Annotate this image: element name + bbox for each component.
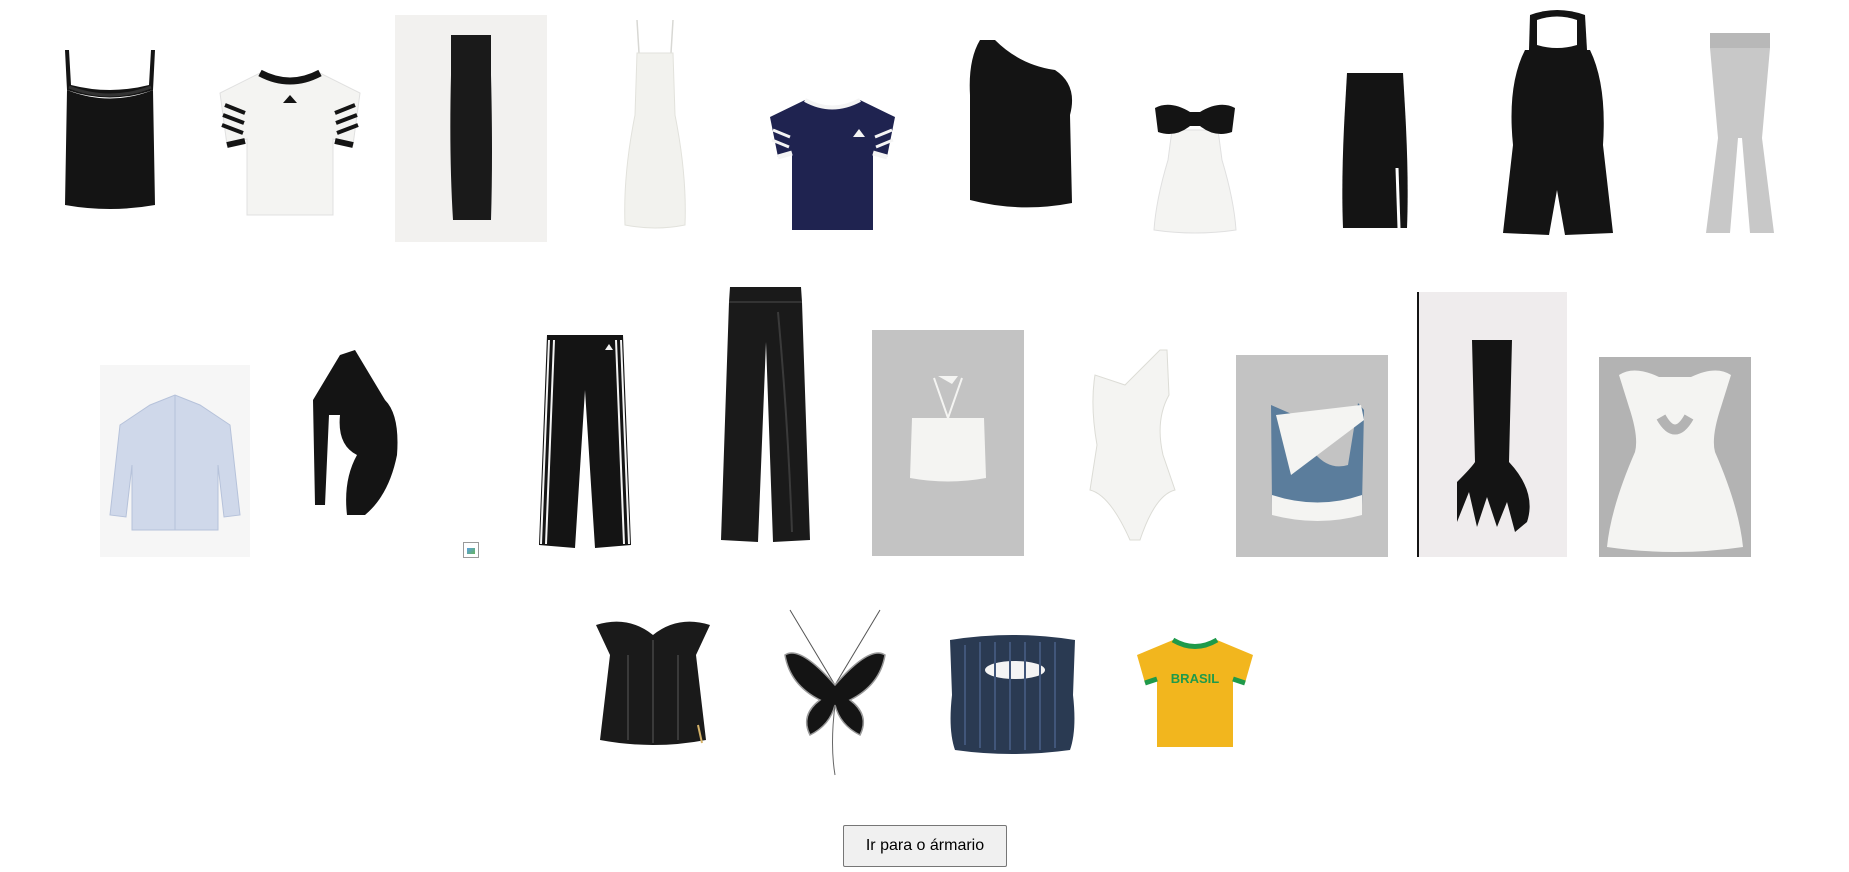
item-black-one-shoulder-top[interactable] (960, 35, 1080, 215)
item-white-slip-dress[interactable] (615, 15, 695, 230)
broken-image-icon (463, 542, 479, 558)
item-navy-adidas-tee[interactable] (765, 95, 900, 235)
item-white-bow-dress[interactable] (1150, 100, 1240, 235)
item-black-halter-romper[interactable] (1495, 5, 1620, 240)
item-grey-flared-pants[interactable] (1700, 28, 1780, 238)
item-navy-ribbed-tube-top[interactable] (945, 630, 1080, 760)
brasil-shirt-text: BRASIL (1171, 671, 1219, 686)
item-light-blue-shirt[interactable] (100, 365, 250, 557)
item-black-leather-pants[interactable] (718, 282, 813, 547)
item-blue-white-asymmetric-top[interactable] (1236, 355, 1388, 557)
item-black-lace-camisole[interactable] (55, 45, 165, 215)
item-black-ruffled-dress[interactable] (1417, 292, 1567, 557)
item-black-pencil-skirt[interactable] (1335, 68, 1415, 233)
item-white-puff-sleeve-dress[interactable] (1599, 357, 1751, 557)
item-white-one-shoulder-swimsuit[interactable] (1085, 345, 1180, 545)
item-white-adidas-tee[interactable] (215, 65, 365, 220)
item-black-cutout-bodysuit[interactable] (285, 305, 430, 560)
item-black-leather-corset[interactable] (588, 615, 718, 750)
item-black-adidas-track-pants[interactable] (535, 330, 635, 552)
item-yellow-brasil-tee[interactable]: BRASIL (1135, 635, 1255, 755)
item-black-strapless-maxi-dress[interactable] (395, 15, 547, 242)
item-white-halter-top[interactable] (872, 330, 1024, 556)
item-black-butterfly-top[interactable] (780, 605, 890, 780)
go-to-wardrobe-button[interactable]: Ir para o ármario (843, 825, 1007, 867)
